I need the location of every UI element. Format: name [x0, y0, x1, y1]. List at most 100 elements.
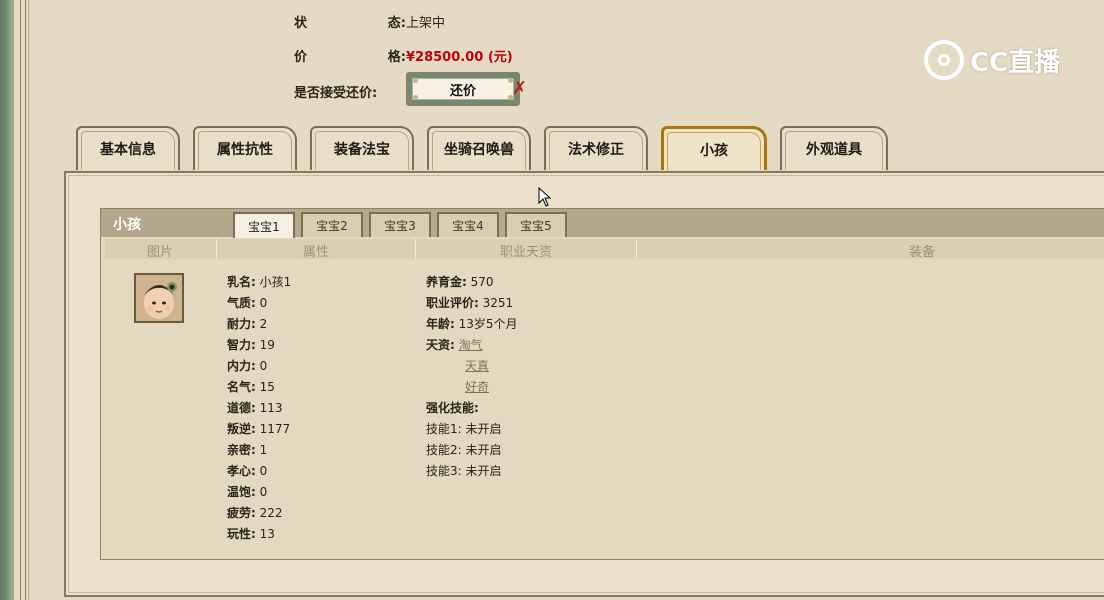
- attr-key: 道德:: [227, 401, 256, 415]
- col-equipment: 装备: [908, 245, 935, 260]
- attr-value: 113: [259, 401, 283, 415]
- attr-row: 疲劳: 222: [227, 505, 291, 526]
- attr-key: 疲劳:: [227, 506, 256, 520]
- career-row: 年龄: 13岁5个月: [426, 316, 518, 337]
- left-border-line: [20, 0, 26, 600]
- main-tabs: 基本信息 属性抗性 装备法宝 坐骑召唤兽 法术修正 小孩 外观道具: [76, 126, 901, 172]
- haggle-row: 是否接受还价:: [294, 82, 377, 101]
- attr-key: 乳名:: [227, 275, 256, 289]
- skill-row: 技能1: 未开启: [426, 421, 518, 442]
- attr-key: 耐力:: [227, 317, 256, 331]
- attr-row: 温饱: 0: [227, 484, 291, 505]
- logo-text: CC直播: [970, 47, 1061, 78]
- column-header: 图片 属性 职业天资 装备: [105, 239, 1104, 260]
- subtab-baby-1[interactable]: 宝宝1: [233, 212, 295, 238]
- skill-label: 强化技能:: [426, 401, 479, 415]
- talent-row: 天真: [426, 358, 518, 379]
- pin-icon: [413, 78, 418, 83]
- career-value: 570: [470, 275, 494, 289]
- talent-row: 天资: 淘气: [426, 337, 518, 358]
- tab-spell-correction[interactable]: 法术修正: [544, 126, 648, 170]
- attr-value: 1177: [259, 422, 291, 436]
- haggle-label: 是否接受还价:: [294, 86, 378, 101]
- attribute-list: 乳名: 小孩1 气质: 0 耐力: 2 智力: 19 内力: 0 名气: 15 …: [227, 274, 291, 547]
- attr-row: 亲密: 1: [227, 442, 291, 463]
- talent-link[interactable]: 好奇: [465, 380, 489, 394]
- haggle-button-label[interactable]: 还价: [412, 78, 514, 100]
- status-value: 上架中: [406, 16, 446, 31]
- attr-key: 玩性:: [227, 527, 256, 541]
- career-key: 年龄:: [426, 317, 455, 331]
- child-subtabs: 宝宝1 宝宝2 宝宝3 宝宝4 宝宝5: [233, 212, 573, 238]
- attr-value: 0: [259, 485, 268, 499]
- attr-value: 0: [259, 296, 268, 310]
- price-label-b: 格:: [387, 50, 406, 65]
- haggle-button[interactable]: 还价: [406, 72, 522, 108]
- career-value: 3251: [482, 296, 514, 310]
- skill-row: 技能2: 未开启: [426, 442, 518, 463]
- status-label: 状 态:: [294, 12, 406, 31]
- attr-key: 亲密:: [227, 443, 256, 457]
- child-panel-title: 小孩: [113, 217, 141, 233]
- tab-appearance-items[interactable]: 外观道具: [780, 126, 888, 170]
- career-key: 养育金:: [426, 275, 467, 289]
- attr-value: 222: [259, 506, 283, 520]
- col-career: 职业天资: [499, 245, 552, 260]
- cross-icon: ✗: [512, 78, 528, 99]
- tab-label: 基本信息: [100, 142, 156, 158]
- price-label-a: 价: [294, 50, 308, 65]
- pin-icon: [413, 95, 418, 100]
- price-row: 价 格: ¥28500.00 (元): [294, 46, 513, 65]
- attr-value: 19: [259, 338, 275, 352]
- attr-key: 名气:: [227, 380, 256, 394]
- subtab-baby-2[interactable]: 宝宝2: [301, 212, 363, 237]
- status-label-b: 态:: [387, 16, 406, 31]
- attr-value: 0: [259, 464, 268, 478]
- tab-label: 装备法宝: [334, 142, 390, 158]
- career-info: 养育金: 570 职业评价: 3251 年龄: 13岁5个月 天资: 淘气 天真…: [426, 274, 518, 484]
- tab-equipment[interactable]: 装备法宝: [310, 126, 414, 170]
- talent-label: 天资:: [426, 338, 455, 352]
- attr-row: 道德: 113: [227, 400, 291, 421]
- tab-basic-info[interactable]: 基本信息: [76, 126, 180, 170]
- tab-mounts-pets[interactable]: 坐骑召唤兽: [427, 126, 531, 170]
- skill-value: 未开启: [465, 464, 502, 478]
- price-value: ¥28500.00 (元): [406, 50, 513, 65]
- subtab-baby-4[interactable]: 宝宝4: [437, 212, 499, 237]
- attr-value: 2: [259, 317, 268, 331]
- skill-key: 技能3:: [426, 464, 462, 478]
- skill-key: 技能2:: [426, 443, 462, 457]
- price-label: 价 格:: [294, 46, 406, 65]
- attr-row: 耐力: 2: [227, 316, 291, 337]
- skill-header: 强化技能:: [426, 400, 518, 421]
- attr-key: 智力:: [227, 338, 256, 352]
- tab-child[interactable]: 小孩: [661, 126, 767, 170]
- talent-link[interactable]: 天真: [465, 359, 489, 373]
- attr-value: 15: [259, 380, 275, 394]
- attr-value: 0: [259, 359, 268, 373]
- attr-key: 孝心:: [227, 464, 256, 478]
- attr-value: 13: [259, 527, 275, 541]
- cc-live-logo: CC直播: [924, 40, 1060, 80]
- haggle-button-frame[interactable]: 还价: [406, 72, 520, 106]
- col-image: 图片: [146, 245, 173, 260]
- career-row: 养育金: 570: [426, 274, 518, 295]
- mouse-cursor-icon: [538, 187, 552, 207]
- tab-label: 属性抗性: [217, 142, 273, 158]
- attr-row: 乳名: 小孩1: [227, 274, 291, 295]
- attr-row: 气质: 0: [227, 295, 291, 316]
- talent-link[interactable]: 淘气: [459, 338, 483, 352]
- tab-attributes-resistance[interactable]: 属性抗性: [193, 126, 297, 170]
- attr-key: 温饱:: [227, 485, 256, 499]
- skill-value: 未开启: [465, 443, 502, 457]
- subtab-baby-5[interactable]: 宝宝5: [505, 212, 567, 237]
- child-face-icon: [136, 275, 182, 321]
- tab-label: 小孩: [700, 142, 728, 159]
- subtab-baby-3[interactable]: 宝宝3: [369, 212, 431, 237]
- col-attributes: 属性: [302, 245, 329, 260]
- attr-value: 1: [259, 443, 268, 457]
- left-border-line-inner: [28, 0, 29, 600]
- skill-row: 技能3: 未开启: [426, 463, 518, 484]
- left-border: [0, 0, 14, 600]
- attr-row: 名气: 15: [227, 379, 291, 400]
